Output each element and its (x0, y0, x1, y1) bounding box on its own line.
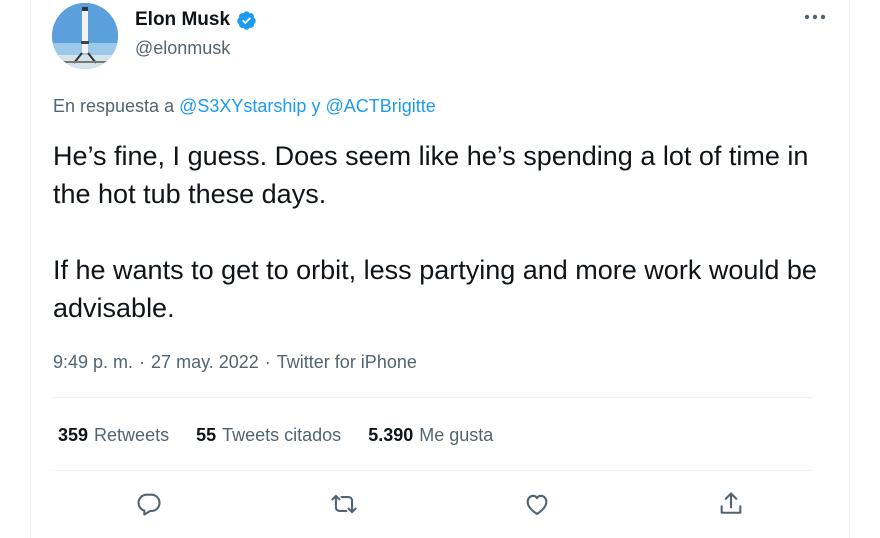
retweet-button[interactable] (328, 488, 360, 520)
reply-prefix: En respuesta a (53, 96, 175, 116)
retweets-count: 359 (58, 425, 89, 445)
likes-stat[interactable]: 5.390 Me gusta (368, 425, 493, 446)
divider (53, 470, 813, 471)
likes-count: 5.390 (368, 425, 414, 445)
reply-user-link[interactable]: @S3XYstarship (179, 96, 306, 116)
tweet-actions (0, 488, 880, 520)
retweet-icon (331, 494, 357, 514)
tweet-paragraph: He’s fine, I guess. Does seem like he’s … (53, 141, 809, 209)
meta-separator: · (139, 352, 146, 372)
author-name[interactable]: Elon Musk (135, 9, 257, 31)
divider (53, 397, 813, 398)
author-name-text: Elon Musk (135, 9, 231, 30)
reply-icon (137, 493, 161, 516)
tweet-text: He’s fine, I guess. Does seem like he’s … (53, 137, 843, 327)
tweet-paragraph: If he wants to get to orbit, less partyi… (53, 255, 817, 323)
like-button[interactable] (521, 488, 553, 520)
share-button[interactable] (715, 488, 747, 520)
rocket-avatar-image (52, 3, 118, 69)
retweets-label: Retweets (94, 425, 170, 445)
quotes-count: 55 (196, 425, 217, 445)
reply-context: En respuesta a @S3XYstarship y @ACTBrigi… (53, 96, 436, 117)
tweet-date[interactable]: 27 may. 2022 (151, 352, 259, 372)
tweet-source[interactable]: Twitter for iPhone (277, 352, 417, 372)
reply-button[interactable] (133, 488, 165, 520)
retweets-stat[interactable]: 359 Retweets (58, 425, 169, 446)
verified-badge-icon (237, 10, 256, 30)
tweet-meta: 9:49 p. m. · 27 may. 2022 · Twitter for iPho… (53, 352, 417, 373)
author-handle[interactable]: @elonmusk (135, 38, 230, 59)
more-options-button[interactable] (800, 6, 830, 28)
tweet-time[interactable]: 9:49 p. m. (53, 352, 133, 372)
heart-icon (526, 494, 548, 515)
quotes-label: Tweets citados (222, 425, 342, 445)
reply-joiner: y (311, 96, 321, 116)
quotes-stat[interactable]: 55 Tweets citados (196, 425, 341, 446)
more-dots-icon (804, 14, 826, 20)
tweet-stats: 359 Retweets 55 Tweets citados 5.390 Me gus… (58, 425, 493, 446)
avatar[interactable] (52, 3, 118, 69)
reply-user-link[interactable]: @ACTBrigitte (325, 96, 435, 116)
likes-label: Me gusta (419, 425, 494, 445)
meta-separator: · (264, 352, 271, 372)
share-icon (720, 492, 742, 514)
